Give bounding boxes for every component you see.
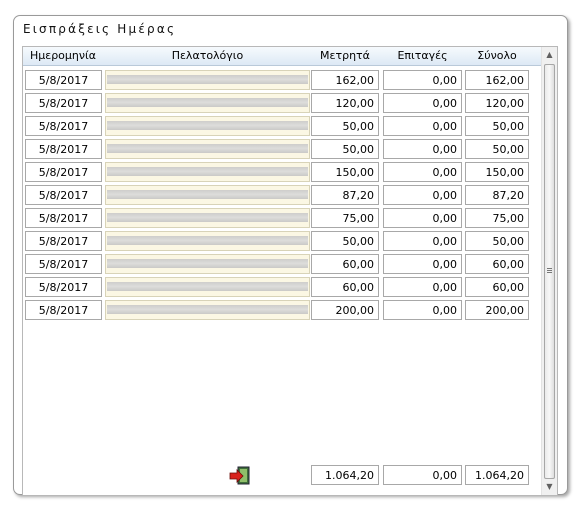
receipts-grid: Ημερομηνία Πελατολόγιο Μετρητά Επιταγές … xyxy=(22,46,558,496)
date-cell[interactable]: 5/8/2017 xyxy=(25,277,102,297)
total-cell[interactable]: 60,00 xyxy=(465,254,529,274)
cash-cell[interactable]: 75,00 xyxy=(311,208,379,228)
table-row[interactable]: 5/8/2017 150,00 0,00 150,00 xyxy=(23,162,541,182)
total-cell[interactable]: 150,00 xyxy=(465,162,529,182)
total-cell[interactable]: 50,00 xyxy=(465,116,529,136)
total-checks: 0,00 xyxy=(383,465,462,485)
client-cell[interactable] xyxy=(105,162,310,182)
total-cell[interactable]: 87,20 xyxy=(465,185,529,205)
total-cell[interactable]: 120,00 xyxy=(465,93,529,113)
redacted-client-name xyxy=(107,190,308,199)
table-row[interactable]: 5/8/2017 87,20 0,00 87,20 xyxy=(23,185,541,205)
arrow-down-icon[interactable]: ▼ xyxy=(542,479,557,495)
redacted-client-name xyxy=(107,167,308,176)
totals-row: 1.064,20 0,00 1.064,20 xyxy=(23,465,541,487)
total-cell[interactable]: 75,00 xyxy=(465,208,529,228)
column-header-client[interactable]: Πελατολόγιο xyxy=(105,47,310,65)
cash-cell[interactable]: 50,00 xyxy=(311,139,379,159)
client-cell[interactable] xyxy=(105,254,310,274)
table-row[interactable]: 5/8/2017 162,00 0,00 162,00 xyxy=(23,70,541,90)
checks-cell[interactable]: 0,00 xyxy=(383,162,462,182)
table-row[interactable]: 5/8/2017 200,00 0,00 200,00 xyxy=(23,300,541,320)
cash-cell[interactable]: 87,20 xyxy=(311,185,379,205)
cash-cell[interactable]: 50,00 xyxy=(311,116,379,136)
client-cell[interactable] xyxy=(105,208,310,228)
vertical-scrollbar[interactable]: ▲ ▼ xyxy=(541,47,557,495)
client-cell[interactable] xyxy=(105,139,310,159)
total-sum: 1.064,20 xyxy=(465,465,529,485)
checks-cell[interactable]: 0,00 xyxy=(383,93,462,113)
cash-cell[interactable]: 60,00 xyxy=(311,254,379,274)
date-cell[interactable]: 5/8/2017 xyxy=(25,70,102,90)
redacted-client-name xyxy=(107,282,308,291)
table-row[interactable]: 5/8/2017 75,00 0,00 75,00 xyxy=(23,208,541,228)
cash-cell[interactable]: 120,00 xyxy=(311,93,379,113)
table-row[interactable]: 5/8/2017 50,00 0,00 50,00 xyxy=(23,116,541,136)
table-row[interactable]: 5/8/2017 50,00 0,00 50,00 xyxy=(23,231,541,251)
client-cell[interactable] xyxy=(105,277,310,297)
exit-button[interactable] xyxy=(229,466,251,486)
window-title: Εισπράξεις Ημέρας xyxy=(23,22,177,36)
scrollbar-thumb[interactable] xyxy=(544,64,555,479)
checks-cell[interactable]: 0,00 xyxy=(383,300,462,320)
total-cell[interactable]: 50,00 xyxy=(465,231,529,251)
checks-cell[interactable]: 0,00 xyxy=(383,139,462,159)
checks-cell[interactable]: 0,00 xyxy=(383,277,462,297)
column-header-cash[interactable]: Μετρητά xyxy=(311,47,379,65)
redacted-client-name xyxy=(107,236,308,245)
checks-cell[interactable]: 0,00 xyxy=(383,70,462,90)
date-cell[interactable]: 5/8/2017 xyxy=(25,231,102,251)
exit-door-icon xyxy=(229,466,250,485)
total-cell[interactable]: 162,00 xyxy=(465,70,529,90)
checks-cell[interactable]: 0,00 xyxy=(383,116,462,136)
date-cell[interactable]: 5/8/2017 xyxy=(25,162,102,182)
cash-cell[interactable]: 60,00 xyxy=(311,277,379,297)
daily-receipts-window: Εισπράξεις Ημέρας Ημερομηνία Πελατολόγιο… xyxy=(13,15,568,496)
arrow-up-icon[interactable]: ▲ xyxy=(542,47,557,63)
cash-cell[interactable]: 150,00 xyxy=(311,162,379,182)
client-cell[interactable] xyxy=(105,300,310,320)
cash-cell[interactable]: 50,00 xyxy=(311,231,379,251)
cash-cell[interactable]: 162,00 xyxy=(311,70,379,90)
redacted-client-name xyxy=(107,259,308,268)
date-cell[interactable]: 5/8/2017 xyxy=(25,116,102,136)
cash-cell[interactable]: 200,00 xyxy=(311,300,379,320)
redacted-client-name xyxy=(107,98,308,107)
column-header-total[interactable]: Σύνολο xyxy=(465,47,529,65)
total-cell[interactable]: 200,00 xyxy=(465,300,529,320)
table-row[interactable]: 5/8/2017 60,00 0,00 60,00 xyxy=(23,277,541,297)
date-cell[interactable]: 5/8/2017 xyxy=(25,300,102,320)
date-cell[interactable]: 5/8/2017 xyxy=(25,254,102,274)
redacted-client-name xyxy=(107,75,308,84)
date-cell[interactable]: 5/8/2017 xyxy=(25,208,102,228)
date-cell[interactable]: 5/8/2017 xyxy=(25,93,102,113)
checks-cell[interactable]: 0,00 xyxy=(383,254,462,274)
checks-cell[interactable]: 0,00 xyxy=(383,231,462,251)
client-cell[interactable] xyxy=(105,93,310,113)
redacted-client-name xyxy=(107,305,308,314)
date-cell[interactable]: 5/8/2017 xyxy=(25,139,102,159)
table-row[interactable]: 5/8/2017 50,00 0,00 50,00 xyxy=(23,139,541,159)
grid-header: Ημερομηνία Πελατολόγιο Μετρητά Επιταγές … xyxy=(23,47,541,66)
table-row[interactable]: 5/8/2017 60,00 0,00 60,00 xyxy=(23,254,541,274)
client-cell[interactable] xyxy=(105,70,310,90)
total-cash: 1.064,20 xyxy=(311,465,379,485)
table-row[interactable]: 5/8/2017 120,00 0,00 120,00 xyxy=(23,93,541,113)
client-cell[interactable] xyxy=(105,231,310,251)
redacted-client-name xyxy=(107,144,308,153)
redacted-client-name xyxy=(107,121,308,130)
total-cell[interactable]: 50,00 xyxy=(465,139,529,159)
client-cell[interactable] xyxy=(105,116,310,136)
redacted-client-name xyxy=(107,213,308,222)
column-header-checks[interactable]: Επιταγές xyxy=(383,47,462,65)
checks-cell[interactable]: 0,00 xyxy=(383,185,462,205)
date-cell[interactable]: 5/8/2017 xyxy=(25,185,102,205)
client-cell[interactable] xyxy=(105,185,310,205)
checks-cell[interactable]: 0,00 xyxy=(383,208,462,228)
column-header-date[interactable]: Ημερομηνία xyxy=(23,47,103,65)
total-cell[interactable]: 60,00 xyxy=(465,277,529,297)
